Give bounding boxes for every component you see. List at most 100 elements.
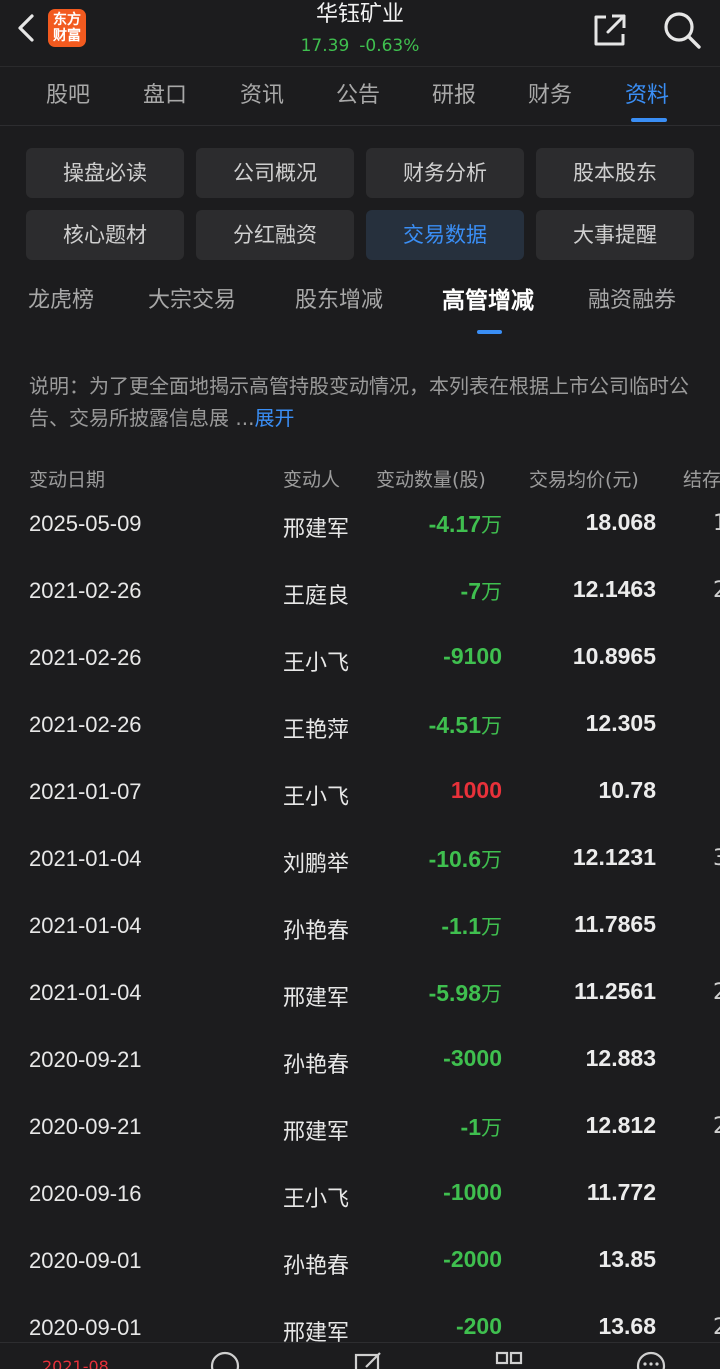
cell-quantity: 1000 (451, 777, 502, 804)
search-icon[interactable] (660, 8, 704, 52)
quantity-value: 1000 (450, 777, 502, 803)
table-row[interactable]: 2021-01-04 孙艳春 -1.1万 11.7865 (0, 897, 720, 964)
cell-person: 孙艳春 (282, 919, 349, 944)
col-header-person: 变动人 (283, 469, 341, 491)
quantity-unit: 万 (481, 848, 502, 872)
grid-icon[interactable] (493, 1349, 527, 1369)
cell-person: 刘鹏举 (282, 852, 349, 877)
quantity-value: -9100 (443, 643, 502, 669)
tab-guba[interactable]: 股吧 (46, 81, 90, 111)
trade-icon[interactable] (208, 1349, 242, 1369)
cell-balance: 3 (713, 846, 720, 871)
quantity-unit: 万 (481, 982, 502, 1006)
cell-person: 王庭良 (282, 584, 349, 609)
cell-person: 王艳萍 (282, 718, 349, 743)
table-row[interactable]: 2021-01-04 邢建军 -5.98万 11.2561 2 (0, 964, 720, 1031)
cell-date: 2020-09-21 (29, 1114, 142, 1139)
quantity-value: -200 (455, 1313, 502, 1339)
cell-quantity: -200 (456, 1313, 502, 1340)
cell-date: 2025-05-09 (29, 511, 142, 536)
table-row[interactable]: 2020-09-21 孙艳春 -3000 12.883 (0, 1031, 720, 1098)
cell-person: 王小飞 (282, 651, 349, 676)
cell-avg-price: 10.8965 (572, 643, 656, 669)
quantity-value: -1000 (443, 1179, 502, 1205)
stock-change-pct: -0.63% (359, 36, 420, 56)
cell-balance: 1 (713, 511, 720, 536)
tab-news[interactable]: 资讯 (240, 81, 284, 111)
cell-quantity: -3000 (443, 1045, 502, 1072)
cell-date: 2021-01-04 (29, 980, 142, 1005)
table-row[interactable]: 2025-05-09 邢建军 -4.17万 18.068 1 (0, 495, 720, 562)
btn-company-overview[interactable]: 公司概况 (196, 148, 354, 198)
subtab-active-indicator (477, 330, 502, 334)
table-row[interactable]: 2020-09-21 邢建军 -1万 12.812 2 (0, 1098, 720, 1165)
subtab-executive-change[interactable]: 高管增减 (442, 284, 534, 318)
cell-person: 孙艳春 (282, 1254, 349, 1279)
cell-balance: 2 (713, 578, 720, 603)
quantity-value: -5.98 (428, 980, 481, 1006)
quantity-unit: 万 (481, 915, 502, 939)
cell-person: 王小飞 (282, 785, 349, 810)
tab-research[interactable]: 研报 (432, 81, 476, 111)
btn-trading-must-read[interactable]: 操盘必读 (26, 148, 184, 198)
edit-icon[interactable] (352, 1349, 386, 1369)
table-row[interactable]: 2021-02-26 王小飞 -9100 10.8965 (0, 629, 720, 696)
subtab-block-trade[interactable]: 大宗交易 (148, 284, 236, 318)
cell-person: 邢建军 (282, 986, 349, 1011)
table-row[interactable]: 2021-02-26 王庭良 -7万 12.1463 2 (0, 562, 720, 629)
main-tabs: 股吧 盘口 资讯 公告 研报 财务 资料 (0, 67, 720, 126)
table-row[interactable]: 2021-02-26 王艳萍 -4.51万 12.305 (0, 696, 720, 763)
subtab-dragon-tiger[interactable]: 龙虎榜 (28, 284, 94, 318)
description-note: 说明：为了更全面地揭示高管持股变动情况，本列表在根据上市公司临时公告、交易所披露… (29, 370, 699, 434)
cell-date: 2020-09-21 (29, 1047, 142, 1072)
tab-pankou[interactable]: 盘口 (143, 81, 187, 111)
cell-avg-price: 12.1463 (572, 576, 656, 602)
tab-announcements[interactable]: 公告 (336, 81, 380, 111)
tab-finance[interactable]: 财务 (528, 81, 572, 111)
btn-trading-data[interactable]: 交易数据 (366, 210, 524, 260)
cell-quantity: -1000 (443, 1179, 502, 1206)
quantity-value: -4.51 (428, 712, 481, 738)
subtab-shareholder-change[interactable]: 股东增减 (295, 284, 383, 318)
tab-profile[interactable]: 资料 (625, 81, 669, 111)
table-row[interactable]: 2020-09-01 孙艳春 -2000 13.85 (0, 1232, 720, 1299)
cell-quantity: -1.1万 (441, 911, 502, 941)
cell-date: 2021-02-26 (29, 712, 142, 737)
quantity-value: -1 (460, 1114, 481, 1140)
cell-avg-price: 13.85 (598, 1246, 656, 1272)
col-header-date: 变动日期 (29, 469, 106, 491)
btn-major-events[interactable]: 大事提醒 (536, 210, 694, 260)
cell-date: 2020-09-01 (29, 1248, 142, 1273)
cell-quantity: -7万 (461, 576, 502, 606)
bottom-date-label: 2021-08 (42, 1357, 109, 1369)
cell-date: 2021-01-07 (29, 779, 142, 804)
cell-avg-price: 18.068 (585, 509, 656, 535)
table-row[interactable]: 2020-09-16 王小飞 -1000 11.772 (0, 1165, 720, 1232)
cell-avg-price: 12.812 (585, 1112, 656, 1138)
cell-avg-price: 12.1231 (572, 844, 656, 870)
table-row[interactable]: 2021-01-04 刘鹏举 -10.6万 12.1231 3 (0, 830, 720, 897)
cell-person: 邢建军 (282, 1120, 349, 1145)
quantity-value: -2000 (443, 1246, 502, 1272)
cell-balance: 2 (713, 1315, 720, 1340)
cell-date: 2020-09-16 (29, 1181, 142, 1206)
cell-avg-price: 12.883 (585, 1045, 656, 1071)
table-row[interactable]: 2021-01-07 王小飞 1000 10.78 (0, 763, 720, 830)
col-header-avg-price: 交易均价(元) (529, 469, 639, 491)
more-icon[interactable] (634, 1349, 668, 1369)
cell-person: 邢建军 (282, 517, 349, 542)
cell-quantity: -1万 (461, 1112, 502, 1142)
cell-person: 王小飞 (282, 1187, 349, 1212)
subtab-margin-trading[interactable]: 融资融券 (588, 284, 676, 318)
expand-link[interactable]: 展开 (254, 406, 294, 430)
bottom-toolbar: 2021-08 (0, 1342, 720, 1369)
share-icon[interactable] (590, 10, 630, 50)
cell-date: 2021-01-04 (29, 913, 142, 938)
btn-shareholders[interactable]: 股本股东 (536, 148, 694, 198)
btn-financial-analysis[interactable]: 财务分析 (366, 148, 524, 198)
quantity-value: -7 (460, 578, 481, 604)
btn-core-themes[interactable]: 核心题材 (26, 210, 184, 260)
quantity-value: -1.1 (441, 913, 481, 939)
cell-quantity: -2000 (443, 1246, 502, 1273)
btn-dividends-financing[interactable]: 分红融资 (196, 210, 354, 260)
